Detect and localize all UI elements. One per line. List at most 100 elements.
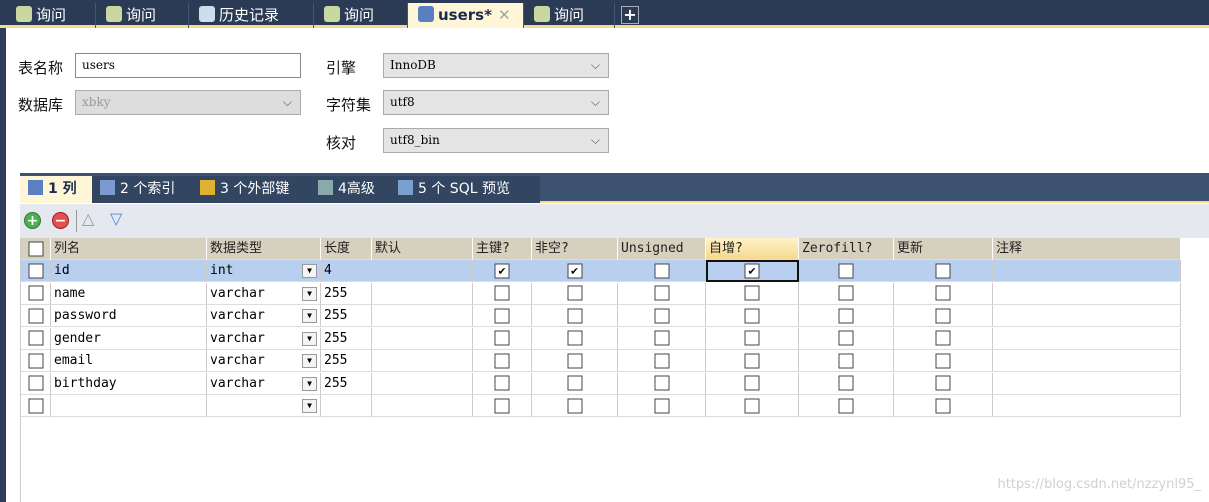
zerofill-cell[interactable] [799,305,894,327]
length-cell[interactable]: 4 [321,260,372,282]
length-cell[interactable]: 255 [321,305,372,327]
zerofill-cell[interactable] [799,395,894,417]
update-checkbox[interactable] [935,398,951,413]
comment-cell[interactable] [993,372,1181,395]
subtab-4[interactable]: 5 个 SQL 预览 [390,176,540,203]
pk-cell[interactable] [473,395,532,417]
notnull-checkbox[interactable] [567,308,582,323]
table-name-input[interactable]: users [75,53,301,78]
length-cell[interactable]: 255 [321,350,372,372]
comment-cell[interactable] [993,282,1181,305]
notnull-cell[interactable] [532,395,618,417]
ai-cell[interactable]: ✔ [706,260,799,282]
data-type-cell[interactable]: int ▼ [207,260,321,282]
column-header[interactable]: 更新 [894,238,993,260]
default-cell[interactable] [372,305,473,327]
length-cell[interactable]: 255 [321,372,372,395]
update-cell[interactable] [894,305,993,327]
checkbox[interactable] [28,375,43,391]
dropdown-arrow-icon[interactable]: ▼ [302,286,317,301]
update-checkbox[interactable] [935,263,951,278]
column-name-cell[interactable] [51,395,207,417]
notnull-checkbox[interactable] [567,398,582,413]
checkbox[interactable] [28,353,43,368]
pk-checkbox[interactable] [494,308,510,323]
subtab-3[interactable]: 4高级 [310,176,390,203]
notnull-checkbox[interactable] [567,330,582,346]
pk-checkbox[interactable] [494,353,510,368]
add-field-button[interactable]: + [24,212,41,229]
unsigned-checkbox[interactable] [654,263,669,278]
tab-5[interactable]: 询问 [524,3,615,28]
column-name-cell[interactable]: name [51,282,207,305]
length-cell[interactable]: 255 [321,327,372,350]
unsigned-cell[interactable] [618,260,706,282]
comment-cell[interactable] [993,395,1181,417]
zerofill-checkbox[interactable] [838,353,854,368]
default-cell[interactable] [372,395,473,417]
row-select[interactable] [21,260,51,282]
ai-cell[interactable] [706,350,799,372]
zerofill-checkbox[interactable] [838,375,854,391]
default-cell[interactable] [372,327,473,350]
column-header[interactable]: 自增? [706,238,799,260]
column-header[interactable]: 主键? [473,238,532,260]
zerofill-checkbox[interactable] [838,398,854,413]
data-type-cell[interactable]: varchar ▼ [207,350,321,372]
data-type-cell[interactable]: varchar ▼ [207,282,321,305]
notnull-cell[interactable] [532,327,618,350]
delete-field-button[interactable]: − [52,212,69,229]
comment-cell[interactable] [993,260,1181,282]
subtab-2[interactable]: 3 个外部键 [192,176,310,203]
notnull-checkbox[interactable] [567,375,582,391]
dropdown-arrow-icon[interactable]: ▼ [302,354,317,368]
ai-checkbox[interactable] [744,375,760,391]
update-checkbox[interactable] [935,285,951,301]
update-checkbox[interactable] [935,375,951,391]
zerofill-cell[interactable] [799,350,894,372]
column-name-cell[interactable]: email [51,350,207,372]
update-cell[interactable] [894,282,993,305]
notnull-cell[interactable]: ✔ [532,260,618,282]
pk-checkbox[interactable]: ✔ [494,263,510,278]
unsigned-cell[interactable] [618,350,706,372]
pk-cell[interactable] [473,372,532,395]
update-checkbox[interactable] [935,353,951,368]
tab-2[interactable]: 历史记录 [189,3,314,28]
comment-cell[interactable] [993,350,1181,372]
checkbox[interactable] [28,263,43,278]
column-header[interactable]: 列名 [51,238,207,260]
pk-checkbox[interactable] [494,398,510,413]
unsigned-cell[interactable] [618,327,706,350]
update-cell[interactable] [894,395,993,417]
pk-checkbox[interactable] [494,375,510,391]
select-all-header[interactable] [21,238,51,260]
dropdown-arrow-icon[interactable]: ▼ [302,264,317,278]
column-name-cell[interactable]: password [51,305,207,327]
ai-cell[interactable] [706,282,799,305]
ai-cell[interactable] [706,305,799,327]
unsigned-checkbox[interactable] [654,285,669,301]
checkbox[interactable] [28,308,43,323]
pk-cell[interactable] [473,282,532,305]
row-select[interactable] [21,372,51,395]
zerofill-cell[interactable] [799,282,894,305]
unsigned-cell[interactable] [618,395,706,417]
column-name-cell[interactable]: id [51,260,207,282]
update-cell[interactable] [894,260,993,282]
ai-cell[interactable] [706,372,799,395]
default-cell[interactable] [372,350,473,372]
zerofill-checkbox[interactable] [838,308,854,323]
row-select[interactable] [21,327,51,350]
checkbox[interactable] [28,241,43,256]
notnull-checkbox[interactable] [567,285,582,301]
row-select[interactable] [21,282,51,305]
zerofill-cell[interactable] [799,372,894,395]
notnull-checkbox[interactable]: ✔ [567,263,582,278]
pk-cell[interactable] [473,350,532,372]
default-cell[interactable] [372,282,473,305]
comment-cell[interactable] [993,305,1181,327]
default-cell[interactable] [372,372,473,395]
unsigned-cell[interactable] [618,305,706,327]
column-name-cell[interactable]: gender [51,327,207,350]
